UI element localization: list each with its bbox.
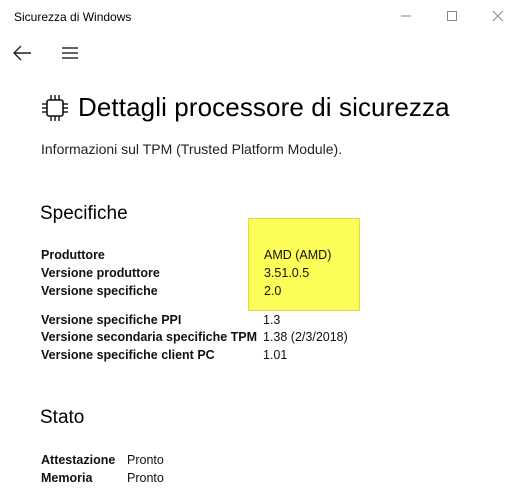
page-header: Dettagli processore di sicurezza xyxy=(40,92,450,123)
minimize-icon xyxy=(401,15,411,17)
page-subtitle: Informazioni sul TPM (Trusted Platform M… xyxy=(41,141,343,157)
spec-value: AMD (AMD) xyxy=(264,248,332,262)
stato-value: Pronto xyxy=(127,471,164,485)
spec-label: Produttore xyxy=(41,248,105,262)
spec-label: Versione specifiche client PC xyxy=(41,348,215,362)
maximize-icon xyxy=(447,11,457,21)
hamburger-menu-icon xyxy=(62,47,78,59)
nav-bar xyxy=(0,38,511,68)
spec-label: Versione produttore xyxy=(41,266,160,280)
spec-value: 1.01 xyxy=(263,348,288,362)
stato-label: Attestazione xyxy=(41,453,116,467)
menu-button[interactable] xyxy=(57,40,83,66)
stato-label: Memoria xyxy=(41,471,93,485)
maximize-button[interactable] xyxy=(438,6,466,26)
title-bar: Sicurezza di Windows xyxy=(0,0,511,32)
spec-value: 2.0 xyxy=(264,284,282,298)
spec-value: 1.38 (2/3/2018) xyxy=(263,330,348,344)
back-arrow-icon xyxy=(13,45,31,61)
back-button[interactable] xyxy=(9,40,35,66)
app-title: Sicurezza di Windows xyxy=(14,10,132,24)
section-title-specifiche: Specifiche xyxy=(40,203,128,224)
stato-value: Pronto xyxy=(127,453,164,467)
minimize-button[interactable] xyxy=(392,6,420,26)
section-title-stato: Stato xyxy=(40,407,85,428)
spec-label: Versione secondaria specifiche TPM xyxy=(41,330,258,344)
close-icon xyxy=(492,10,504,22)
page-title: Dettagli processore di sicurezza xyxy=(78,92,450,122)
close-button[interactable] xyxy=(484,6,511,26)
spec-label: Versione specifiche PPI xyxy=(41,313,182,327)
processor-chip-icon xyxy=(42,94,68,121)
spec-label: Versione specifiche xyxy=(41,284,158,298)
spec-value: 1.3 xyxy=(263,313,281,327)
spec-value: 3.51.0.5 xyxy=(264,266,310,280)
